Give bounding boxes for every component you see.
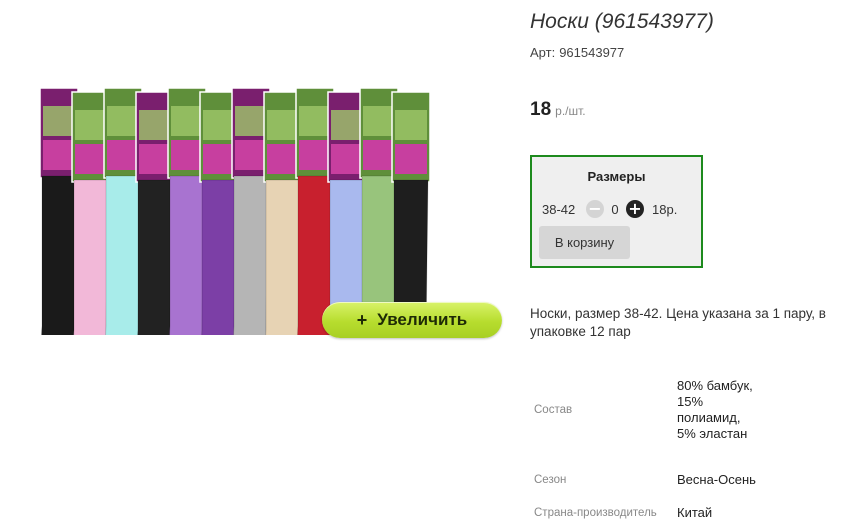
article-value: 961543977 (559, 45, 625, 60)
table-row: Состав 80% бамбук, 15% полиамид, 5% элас… (530, 360, 757, 460)
price-value: 18 (530, 99, 552, 120)
properties-table: Состав 80% бамбук, 15% полиамид, 5% элас… (530, 360, 757, 526)
property-value: 80% бамбук, 15% полиамид, 5% эластан (677, 378, 753, 441)
zoom-button-label: Увеличить (377, 310, 468, 329)
sizes-heading: Размеры (587, 169, 646, 184)
property-value: Весна-Осень (677, 472, 756, 487)
property-name: Страна-производитель (534, 507, 657, 519)
plus-icon: + (356, 309, 368, 330)
increase-quantity-button[interactable]: + (626, 200, 644, 218)
size-price: 18р. (652, 201, 678, 217)
price-unit: р./шт. (555, 104, 586, 118)
article-label: Арт: (530, 45, 556, 60)
sizes-panel: Размеры 38-42 − 0 + 18р. В корзину (530, 155, 703, 268)
minus-icon: − (588, 199, 602, 218)
property-name: Состав (534, 404, 573, 416)
property-value: Китай (677, 505, 713, 520)
zoom-button[interactable]: + Увеличить (322, 302, 502, 338)
product-gallery: + Увеличить (10, 10, 505, 338)
add-to-cart-button[interactable]: В корзину (539, 226, 630, 259)
quantity-value: 0 (611, 201, 619, 217)
product-image[interactable] (10, 10, 505, 335)
article-number: Арт: 961543977 (530, 45, 624, 60)
size-label: 38-42 (542, 201, 576, 217)
product-description: Носки, размер 38-42. Цена указана за 1 п… (530, 306, 826, 339)
decrease-quantity-button[interactable]: − (586, 200, 604, 218)
property-name: Сезон (534, 474, 567, 486)
price: 18 р./шт. (530, 99, 586, 121)
plus-icon: + (628, 199, 642, 218)
sock-package (391, 91, 431, 335)
size-row: 38-42 − 0 + 18р. (542, 199, 677, 219)
product-title: Носки (961543977) (530, 10, 714, 33)
table-row: Страна-производитель Китай (530, 500, 757, 526)
table-row: Сезон Весна-Осень (530, 460, 757, 500)
